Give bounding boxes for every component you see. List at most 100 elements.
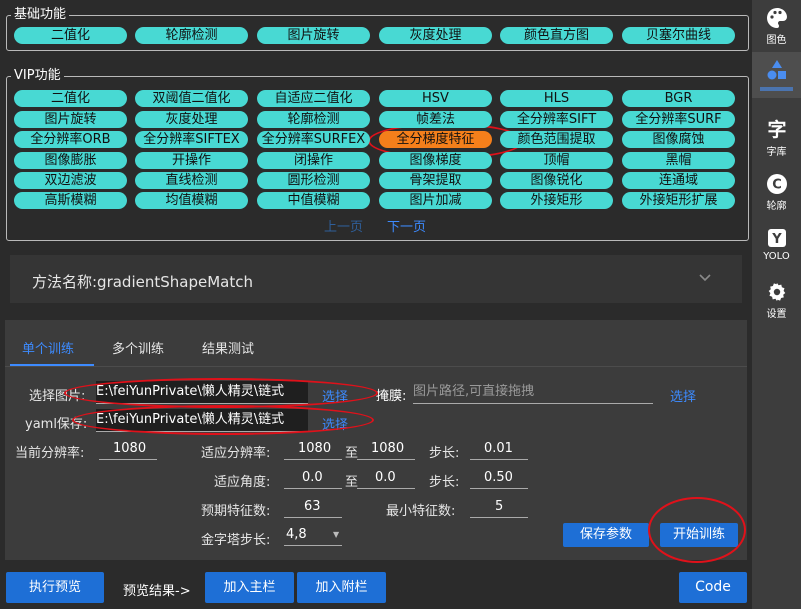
sidebar-active-caption	[760, 87, 793, 91]
vip-function-button[interactable]: 帧差法	[379, 111, 492, 128]
right-sidebar: 图色 字 字库 C 轮廓 Y YOLO 设置	[752, 0, 801, 609]
method-panel[interactable]: 方法名称:gradientShapeMatch	[10, 255, 742, 303]
pyramid-step-label: 金字塔步长:	[201, 533, 271, 548]
svg-text:Y: Y	[771, 232, 782, 247]
dropdown-arrow-icon: ▼	[333, 530, 340, 539]
basic-function-button[interactable]: 贝塞尔曲线	[622, 27, 735, 44]
yolo-icon: Y	[765, 226, 789, 250]
vip-function-button[interactable]: 闭操作	[257, 152, 370, 169]
basic-function-button[interactable]: 灰度处理	[379, 27, 492, 44]
adapt-res-label: 适应分辨率:	[201, 446, 271, 461]
sidebar-label-yolo: YOLO	[763, 251, 790, 262]
mask-label: 掩膜:	[376, 389, 407, 404]
adapt-angle-label: 适应角度:	[214, 475, 271, 490]
vip-function-button[interactable]: 高斯模糊	[14, 192, 127, 209]
vip-function-button[interactable]: 中值模糊	[257, 192, 370, 209]
mask-select-button[interactable]: 选择	[670, 386, 696, 405]
vip-function-button[interactable]: 骨架提取	[379, 172, 492, 189]
vip-function-button[interactable]: 图片加减	[379, 192, 492, 209]
basic-functions-title: 基础功能	[11, 7, 70, 23]
sidebar-label-settings: 设置	[766, 309, 787, 320]
basic-function-button[interactable]: 二值化	[14, 27, 127, 44]
sidebar-item-settings[interactable]: 设置	[752, 274, 801, 326]
adapt-res-from-field[interactable]: 1080	[284, 438, 342, 460]
sidebar-label-image-color: 图色	[766, 35, 787, 46]
min-features-field[interactable]: 5	[470, 496, 528, 518]
expected-features-field[interactable]: 63	[284, 496, 342, 518]
step-field-2[interactable]: 0.50	[470, 467, 528, 489]
basic-function-button[interactable]: 图片旋转	[257, 27, 370, 44]
vip-function-button[interactable]: 全分辨率SIFTEX	[135, 131, 248, 148]
prev-page-link[interactable]: 上一页	[324, 216, 363, 235]
vip-function-button[interactable]: 均值模糊	[135, 192, 248, 209]
tab-result-test[interactable]: 结果测试	[202, 338, 254, 357]
vip-function-button[interactable]: 图像膨胀	[14, 152, 127, 169]
sidebar-item-shapes[interactable]	[752, 52, 801, 98]
vip-function-button[interactable]: 颜色范围提取	[500, 131, 613, 148]
pyramid-step-select[interactable]: 4,8 ▼	[284, 524, 342, 546]
vip-function-button[interactable]: 图像腐蚀	[622, 131, 735, 148]
vip-function-button[interactable]: 双边滤波	[14, 172, 127, 189]
vip-function-button[interactable]: 黑帽	[622, 152, 735, 169]
chevron-down-icon[interactable]	[698, 269, 712, 283]
vip-function-button[interactable]: 二值化	[14, 90, 127, 107]
annotation-ring-start-train	[648, 497, 746, 563]
vip-function-button[interactable]: 全分辨率ORB	[14, 131, 127, 148]
preview-result-label: 预览结果->	[123, 584, 191, 599]
step-label-2: 步长:	[429, 475, 460, 490]
save-params-button[interactable]: 保存参数	[563, 523, 649, 547]
vip-function-button[interactable]: 开操作	[135, 152, 248, 169]
basic-function-button[interactable]: 颜色直方图	[500, 27, 613, 44]
vip-function-button[interactable]: 双阈值二值化	[135, 90, 248, 107]
step-field-1[interactable]: 0.01	[470, 438, 528, 460]
font-icon: 字	[767, 119, 787, 141]
current-res-field[interactable]: 1080	[99, 438, 157, 460]
annotation-ring-yaml-path	[72, 405, 374, 435]
vip-function-button[interactable]: 连通域	[622, 172, 735, 189]
palette-icon	[765, 6, 789, 30]
tab-divider	[5, 366, 747, 367]
sidebar-item-image-color[interactable]: 图色	[752, 0, 801, 52]
sidebar-item-yolo[interactable]: Y YOLO	[752, 220, 801, 272]
add-main-button[interactable]: 加入主栏	[205, 572, 294, 603]
vip-function-button[interactable]: 全分辨率SURFEX	[257, 131, 370, 148]
vip-function-button[interactable]: 图片旋转	[14, 111, 127, 128]
current-res-label: 当前分辨率:	[15, 446, 85, 461]
vip-function-button[interactable]: 图像锐化	[500, 172, 613, 189]
vip-function-button[interactable]: 外接矩形	[500, 192, 613, 209]
vip-function-button[interactable]: 灰度处理	[135, 111, 248, 128]
svg-text:C: C	[772, 178, 782, 193]
vip-function-button[interactable]: 直线检测	[135, 172, 248, 189]
run-preview-button[interactable]: 执行预览	[6, 572, 104, 603]
sidebar-label-font-library: 字库	[766, 147, 787, 158]
vip-function-button[interactable]: 圆形检测	[257, 172, 370, 189]
vip-function-button[interactable]: HLS	[500, 90, 613, 107]
sidebar-item-font-library[interactable]: 字 字库	[752, 112, 801, 164]
next-page-link[interactable]: 下一页	[387, 216, 426, 235]
basic-function-button[interactable]: 轮廓检测	[135, 27, 248, 44]
sidebar-item-contour[interactable]: C 轮廓	[752, 166, 801, 218]
vip-function-button[interactable]: 全分梯度特征	[379, 131, 492, 148]
vip-function-button[interactable]: 自适应二值化	[257, 90, 370, 107]
pyramid-step-value: 4,8	[286, 527, 307, 542]
min-features-label: 最小特征数:	[386, 504, 456, 519]
angle-to-field[interactable]: 0.0	[357, 467, 415, 489]
method-name-label: 方法名称:gradientShapeMatch	[32, 273, 253, 291]
code-button[interactable]: Code	[679, 572, 747, 603]
annotation-ring-image-path	[64, 378, 378, 408]
vip-function-button[interactable]: 全分辨率SURF	[622, 111, 735, 128]
adapt-res-to-field[interactable]: 1080	[357, 438, 415, 460]
angle-from-field[interactable]: 0.0	[284, 467, 342, 489]
add-sub-button[interactable]: 加入附栏	[297, 572, 386, 603]
vip-function-button[interactable]: 图像梯度	[379, 152, 492, 169]
tab-single-train[interactable]: 单个训练	[22, 338, 74, 357]
mask-field[interactable]: 图片路径,可直接拖拽	[413, 381, 653, 404]
vip-function-button[interactable]: HSV	[379, 90, 492, 107]
vip-function-button[interactable]: BGR	[622, 90, 735, 107]
vip-function-button[interactable]: 全分辨率SIFT	[500, 111, 613, 128]
vip-function-button[interactable]: 外接矩形扩展	[622, 192, 735, 209]
vip-function-button[interactable]: 轮廓检测	[257, 111, 370, 128]
vip-function-button[interactable]: 顶帽	[500, 152, 613, 169]
tab-multi-train[interactable]: 多个训练	[112, 338, 164, 357]
step-label-1: 步长:	[429, 446, 460, 461]
